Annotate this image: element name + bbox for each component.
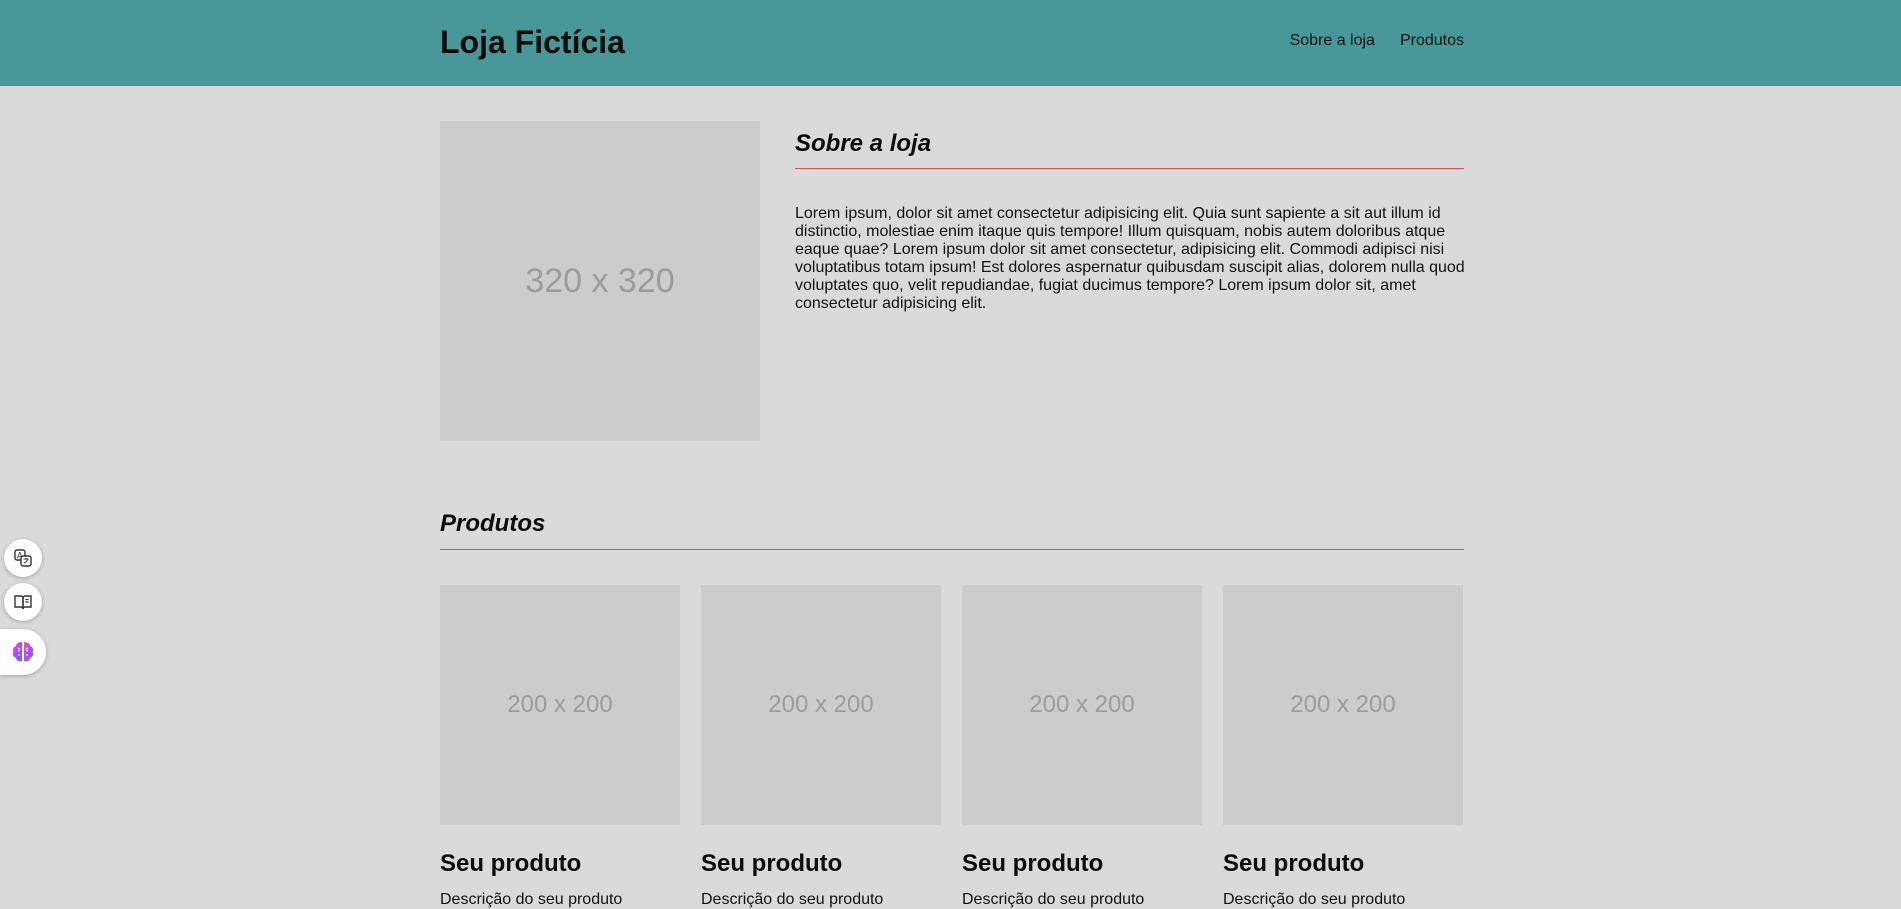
nav-link-produtos[interactable]: Produtos bbox=[1400, 32, 1464, 50]
products-divider bbox=[440, 549, 1464, 550]
about-title: Sobre a loja bbox=[795, 130, 932, 157]
ai-assistant-button[interactable] bbox=[0, 629, 46, 675]
product-image-label: 200 x 200 bbox=[1029, 691, 1135, 718]
product-card[interactable]: 200 x 200 Seu produto Descrição do seu p… bbox=[1223, 585, 1463, 908]
brand-title[interactable]: Loja Fictícia bbox=[440, 22, 625, 62]
about-image-label: 320 x 320 bbox=[525, 261, 675, 300]
product-card[interactable]: 200 x 200 Seu produto Descrição do seu p… bbox=[962, 585, 1202, 908]
product-name: Seu produto bbox=[1223, 850, 1365, 877]
product-description: Descrição do seu produto bbox=[701, 891, 884, 908]
product-image-placeholder: 200 x 200 bbox=[1223, 585, 1463, 825]
brain-icon bbox=[12, 642, 34, 662]
product-description: Descrição do seu produto bbox=[440, 891, 623, 908]
about-text: Lorem ipsum, dolor sit amet consectetur … bbox=[795, 205, 1465, 312]
about-image-placeholder: 320 x 320 bbox=[440, 121, 760, 441]
site-header: Loja Fictícia Sobre a loja Produtos bbox=[0, 0, 1901, 86]
product-name: Seu produto bbox=[701, 850, 843, 877]
product-image-placeholder: 200 x 200 bbox=[440, 585, 680, 825]
nav-link-sobre[interactable]: Sobre a loja bbox=[1290, 32, 1375, 50]
product-image-placeholder: 200 x 200 bbox=[701, 585, 941, 825]
product-description: Descrição do seu produto bbox=[962, 891, 1145, 908]
main-nav: Sobre a loja Produtos bbox=[1290, 32, 1464, 50]
products-title: Produtos bbox=[440, 510, 546, 537]
product-card[interactable]: 200 x 200 Seu produto Descrição do seu p… bbox=[701, 585, 941, 908]
about-divider bbox=[795, 168, 1464, 169]
product-description: Descrição do seu produto bbox=[1223, 891, 1406, 908]
reader-button[interactable] bbox=[4, 583, 42, 621]
product-image-label: 200 x 200 bbox=[768, 691, 874, 718]
product-image-label: 200 x 200 bbox=[1290, 691, 1396, 718]
product-image-placeholder: 200 x 200 bbox=[962, 585, 1202, 825]
reader-icon bbox=[14, 595, 32, 610]
product-name: Seu produto bbox=[962, 850, 1104, 877]
product-name: Seu produto bbox=[440, 850, 582, 877]
translate-icon: A bbox=[14, 549, 32, 567]
product-image-label: 200 x 200 bbox=[507, 691, 613, 718]
product-card[interactable]: 200 x 200 Seu produto Descrição do seu p… bbox=[440, 585, 680, 908]
translate-button[interactable]: A bbox=[4, 539, 42, 577]
